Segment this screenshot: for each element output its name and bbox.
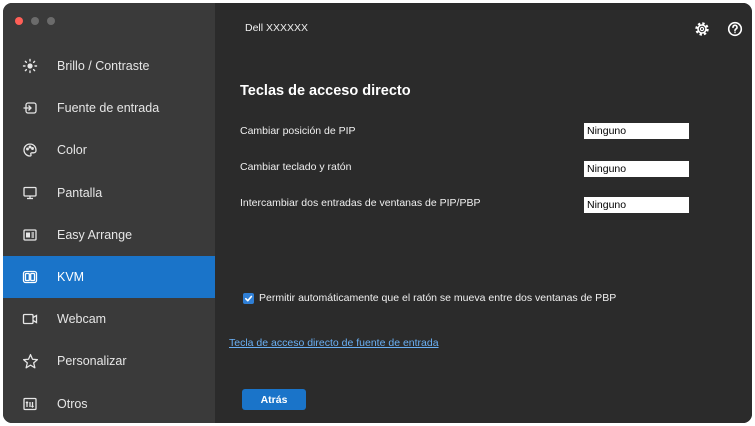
- pbp-mouse-checkbox-label: Permitir automáticamente que el ratón se…: [259, 292, 617, 304]
- webcam-icon: [3, 311, 57, 327]
- sidebar-item-brillo-contraste[interactable]: Brillo / Contraste: [3, 45, 215, 87]
- gear-icon[interactable]: [693, 20, 711, 38]
- minimize-window-button[interactable]: [31, 17, 39, 25]
- maximize-window-button[interactable]: [47, 17, 55, 25]
- sidebar-nav: Brillo / Contraste Fuente de entrada Col…: [3, 45, 215, 423]
- sidebar-item-label: Easy Arrange: [57, 227, 133, 242]
- section-heading: Teclas de acceso directo: [240, 83, 411, 99]
- sidebar-item-color[interactable]: Color: [3, 129, 215, 171]
- sidebar-item-label: Otros: [57, 396, 88, 411]
- sidebar-item-label: Fuente de entrada: [57, 101, 160, 116]
- sidebar-item-personalizar[interactable]: Personalizar: [3, 340, 215, 382]
- sidebar-item-label: Brillo / Contraste: [57, 59, 150, 74]
- sidebar-item-webcam[interactable]: Webcam: [3, 298, 215, 340]
- main-panel: Dell XXXXXX Teclas de acceso directo Cam…: [215, 3, 752, 423]
- star-icon: [3, 353, 57, 370]
- pbp-mouse-checkbox[interactable]: [243, 292, 254, 304]
- palette-icon: [3, 142, 57, 158]
- brightness-icon: [3, 58, 57, 74]
- app-title: Dell XXXXXX: [245, 22, 309, 34]
- hotkey-input-swap-inputs[interactable]: [584, 197, 689, 213]
- hotkey-label-keyboard-mouse: Cambiar teclado y ratón: [240, 161, 352, 173]
- sidebar-item-label: Color: [57, 143, 87, 158]
- sidebar-item-fuente-de-entrada[interactable]: Fuente de entrada: [3, 87, 215, 129]
- help-icon[interactable]: [726, 20, 744, 38]
- sidebar-item-label: KVM: [57, 270, 85, 285]
- checkmark-icon: [244, 295, 253, 301]
- hotkey-input-keyboard-mouse[interactable]: [584, 161, 689, 177]
- app-window: Brillo / Contraste Fuente de entrada Col…: [3, 3, 752, 423]
- sidebar-item-label: Pantalla: [57, 185, 103, 200]
- kvm-icon: [3, 269, 57, 285]
- sidebar: Brillo / Contraste Fuente de entrada Col…: [3, 3, 215, 423]
- sidebar-item-label: Personalizar: [57, 354, 127, 369]
- top-bar: Dell XXXXXX: [215, 3, 752, 53]
- back-button[interactable]: Atrás: [242, 389, 306, 410]
- others-icon: [3, 396, 57, 412]
- monitor-icon: [3, 185, 57, 201]
- hotkey-label-pip-position: Cambiar posición de PIP: [240, 125, 356, 137]
- sidebar-item-pantalla[interactable]: Pantalla: [3, 172, 215, 214]
- input-source-hotkey-link[interactable]: Tecla de acceso directo de fuente de ent…: [229, 337, 439, 349]
- hotkey-input-pip-position[interactable]: [584, 123, 689, 139]
- input-source-icon: [3, 100, 57, 116]
- close-window-button[interactable]: [15, 17, 23, 25]
- sidebar-item-easy-arrange[interactable]: Easy Arrange: [3, 214, 215, 256]
- sidebar-item-otros[interactable]: Otros: [3, 383, 215, 424]
- layout-icon: [3, 227, 57, 243]
- pbp-mouse-option: Permitir automáticamente que el ratón se…: [243, 292, 616, 304]
- hotkey-label-swap-inputs: Intercambiar dos entradas de ventanas de…: [240, 197, 481, 209]
- sidebar-item-kvm[interactable]: KVM: [3, 255, 215, 299]
- sidebar-item-label: Webcam: [57, 312, 107, 327]
- window-controls: [15, 17, 55, 25]
